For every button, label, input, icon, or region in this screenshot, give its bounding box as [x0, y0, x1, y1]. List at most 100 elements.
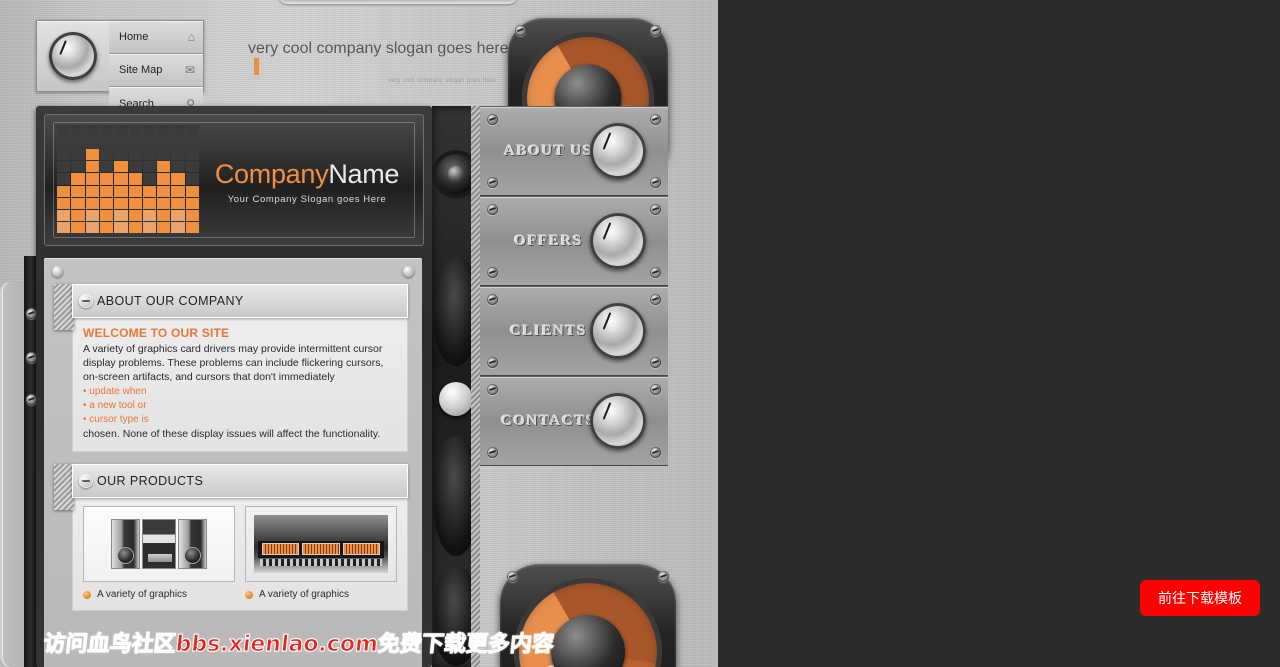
hatched-tab [54, 284, 74, 330]
about-bullet-list: update when a new tool or cursor type is [83, 385, 397, 427]
sidebar-item-label: CLIENTS [509, 322, 588, 339]
nav-item-label: Site Map [119, 64, 163, 76]
audio-receiver-thumbnail[interactable] [245, 506, 397, 582]
screw-icon [650, 357, 661, 368]
screw-icon [515, 25, 526, 36]
panel-title: ABOUT OUR COMPANY [97, 294, 244, 308]
header-slogan: very cool company slogan goes here very … [248, 40, 509, 84]
receiver-face [258, 540, 384, 558]
vu-meter [302, 543, 340, 556]
equalizer-graphic [57, 125, 199, 233]
home-icon: ⌂ [187, 30, 195, 44]
slogan-accent-bar [254, 58, 259, 75]
top-navigation: Home ⌂ Site Map ✉ Search ⚲ [36, 20, 204, 120]
company-logo-bar: CompanyName Your Company Slogan goes Her… [44, 114, 424, 246]
sidebar-item-label: ABOUT US [504, 142, 593, 159]
screw-icon [650, 177, 661, 188]
speaker-tower-right [178, 519, 207, 569]
screw-icon [487, 294, 498, 305]
nav-knob[interactable] [586, 389, 650, 453]
screw-icon [650, 384, 661, 395]
screw-icon [487, 177, 498, 188]
website-canvas: Home ⌂ Site Map ✉ Search ⚲ very cool com… [0, 0, 718, 667]
product-caption: A variety of graphics [245, 589, 397, 600]
left-bevel-panel [0, 282, 26, 667]
screw-icon [650, 267, 661, 278]
company-slogan: Your Company Slogan goes Here [227, 194, 387, 205]
about-paragraph: A variety of graphics card drivers may p… [83, 343, 384, 383]
content-area: ABOUT OUR COMPANY WELCOME TO OUR SITE A … [44, 258, 422, 667]
slogan-small-text: very cool company slogan goes here [388, 78, 496, 84]
receiver-illustration [254, 515, 388, 573]
list-item[interactable]: A variety of graphics [245, 506, 397, 600]
nav-knob[interactable] [586, 119, 650, 183]
screw-icon [487, 204, 498, 215]
company-name-part2: Name [328, 159, 400, 189]
stereo-system-thumbnail[interactable] [83, 506, 235, 582]
sidebar-item-label: CONTACTS [500, 412, 597, 429]
screw-icon [650, 114, 661, 125]
company-name: CompanyName [205, 161, 409, 188]
screw-icon [650, 447, 661, 458]
panel-body: WELCOME TO OUR SITE A variety of graphic… [72, 318, 408, 452]
nav-item-label: Home [119, 31, 149, 43]
screw-icon [507, 571, 518, 582]
screw-icon [650, 204, 661, 215]
screw-icon [487, 384, 498, 395]
screw-icon [487, 357, 498, 368]
logo-text: CompanyName Your Company Slogan goes Her… [205, 161, 409, 206]
nav-item-site-map[interactable]: Site Map ✉ [109, 54, 203, 87]
screw-icon [650, 294, 661, 305]
sidebar-item-offers[interactable]: OFFERS [480, 196, 668, 286]
screw-icon [487, 447, 498, 458]
panel-title: OUR PRODUCTS [97, 474, 204, 488]
product-row: A variety of graphics A variety of graph… [83, 506, 397, 600]
side-navigation: ABOUT US OFFERS CLIENTS CONTACTS [480, 106, 668, 466]
watermark-text: 访问血鸟社区bbs.xienlao.com免费下载更多内容 [42, 632, 556, 658]
screw-icon [650, 25, 661, 36]
speaker-tower-left [111, 519, 140, 569]
stereo-center-unit [141, 519, 177, 569]
nav-knob-wrapper [37, 21, 109, 91]
nav-knob[interactable] [586, 299, 650, 363]
collapse-icon[interactable] [79, 474, 93, 488]
company-name-part1: Company [214, 159, 329, 189]
strip-knob[interactable] [439, 382, 473, 416]
volume-knob[interactable] [45, 28, 101, 84]
peg-decoration [403, 266, 414, 277]
bullet-dot-icon [245, 590, 253, 599]
hatched-tab [54, 464, 74, 510]
peg-decoration [52, 266, 63, 277]
screw-icon [658, 571, 669, 582]
panel-header[interactable]: OUR PRODUCTS [72, 464, 408, 498]
panel-header[interactable]: ABOUT OUR COMPANY [72, 284, 408, 318]
list-item: cursor type is [83, 413, 397, 427]
sidebar-item-about-us[interactable]: ABOUT US [480, 106, 668, 196]
receiver-buttons [260, 559, 382, 567]
sidebar-item-contacts[interactable]: CONTACTS [480, 376, 668, 466]
list-item: update when [83, 385, 397, 399]
top-nav-list: Home ⌂ Site Map ✉ Search ⚲ [109, 21, 203, 120]
collapse-icon[interactable] [79, 294, 93, 308]
envelope-icon: ✉ [184, 63, 195, 77]
list-item: a new tool or [83, 399, 397, 413]
bullet-dot-icon [83, 590, 91, 599]
top-notch-decoration [278, 0, 518, 4]
panel-our-products: OUR PRODUCTS A variety of graphics A var… [54, 464, 408, 611]
hatched-column-right [471, 106, 480, 667]
nav-item-home[interactable]: Home ⌂ [109, 21, 203, 54]
sidebar-item-label: OFFERS [514, 232, 583, 249]
vu-meter [342, 543, 380, 556]
nav-knob[interactable] [586, 209, 650, 273]
product-caption-text: A variety of graphics [259, 589, 350, 600]
sidebar-item-clients[interactable]: CLIENTS [480, 286, 668, 376]
screw-icon [487, 267, 498, 278]
tweeter-speaker [436, 154, 476, 194]
welcome-heading: WELCOME TO OUR SITE [83, 326, 230, 340]
main-content-column: CompanyName Your Company Slogan goes Her… [36, 106, 432, 667]
panel-body: A variety of graphics A variety of graph… [72, 498, 408, 611]
list-item[interactable]: A variety of graphics [83, 506, 235, 600]
panel-about-our-company: ABOUT OUR COMPANY WELCOME TO OUR SITE A … [54, 284, 408, 452]
about-paragraph-tail: chosen. None of these display issues wil… [83, 428, 381, 440]
download-template-button[interactable]: 前往下载模板 [1140, 580, 1260, 616]
